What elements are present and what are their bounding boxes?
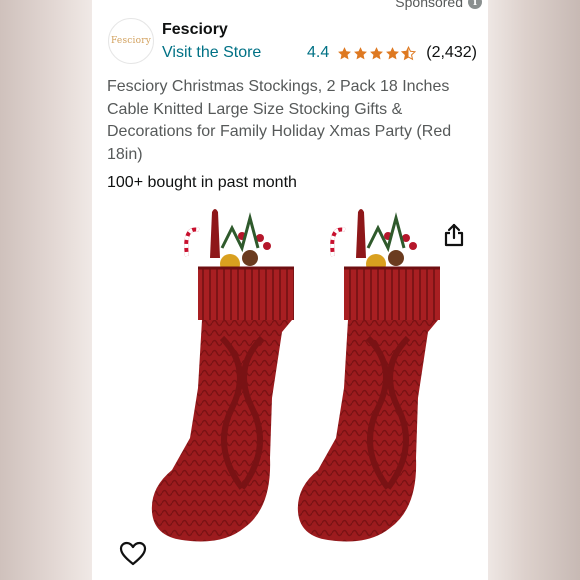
star-half-icon (401, 45, 417, 60)
star-full-icon (354, 46, 368, 59)
share-icon[interactable] (442, 222, 466, 248)
star-full-icon (338, 46, 352, 59)
store-logo[interactable]: Fesciory (108, 18, 154, 64)
sponsored-label[interactable]: Sponsored i (395, 0, 482, 10)
rating-summary[interactable]: 4.4 (2,432) (307, 44, 477, 62)
star-rating (337, 45, 417, 61)
bought-count: 100+ bought in past month (107, 174, 297, 191)
stocking-left (151, 209, 294, 542)
product-title[interactable]: Fesciory Christmas Stockings, 2 Pack 18 … (107, 76, 479, 166)
red-knit-stockings-image[interactable] (132, 208, 462, 548)
star-full-icon (370, 46, 384, 59)
product-card: Sponsored i Fesciory Fesciory Visit the … (92, 0, 488, 580)
sponsored-text: Sponsored (395, 0, 463, 10)
stocking-right (297, 209, 440, 542)
star-full-icon (386, 46, 400, 59)
visit-store-link[interactable]: Visit the Store (162, 44, 261, 62)
background-left (0, 0, 92, 580)
heart-icon[interactable] (119, 541, 147, 567)
rating-value: 4.4 (307, 44, 330, 61)
brand-name: Fesciory (162, 21, 228, 38)
info-icon[interactable]: i (468, 0, 482, 9)
review-count[interactable]: (2,432) (426, 44, 477, 62)
background-right (488, 0, 580, 580)
store-logo-text: Fesciory (110, 36, 152, 46)
